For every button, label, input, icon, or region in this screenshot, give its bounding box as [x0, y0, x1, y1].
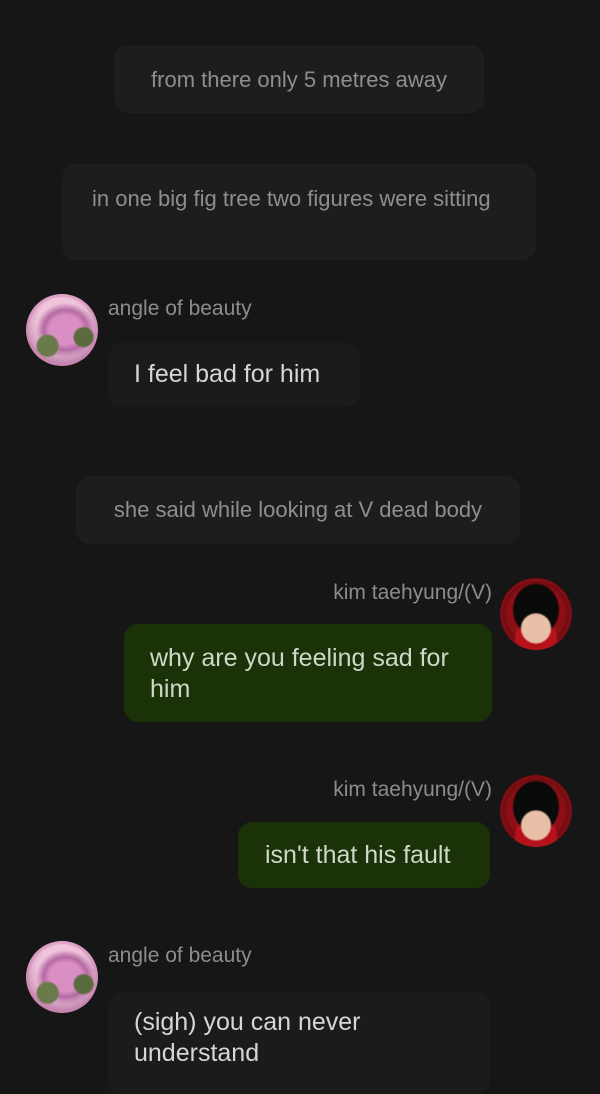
- narration-bubble: from there only 5 metres away: [114, 45, 484, 113]
- message-bubble[interactable]: I feel bad for him: [108, 343, 360, 407]
- angle-of-beauty-avatar[interactable]: [26, 294, 98, 366]
- narration-text: in one big fig tree two figures were sit…: [92, 186, 491, 211]
- pink-figure-avatar-icon: [26, 941, 98, 1013]
- narration-bubble: in one big fig tree two figures were sit…: [62, 164, 536, 260]
- message-bubble[interactable]: (sigh) you can never understand: [108, 992, 490, 1094]
- message-text: I feel bad for him: [134, 360, 321, 388]
- message-text: isn't that his fault: [265, 841, 451, 869]
- sender-name: kim taehyung/(V): [333, 581, 492, 604]
- sender-name: kim taehyung/(V): [333, 778, 492, 801]
- kim-taehyung-avatar[interactable]: [500, 775, 572, 847]
- chat-story-screen: from there only 5 metres away in one big…: [0, 0, 600, 1094]
- angle-of-beauty-avatar[interactable]: [26, 941, 98, 1013]
- message-bubble[interactable]: why are you feeling sad for him: [124, 624, 492, 722]
- sender-name: angle of beauty: [108, 297, 252, 320]
- message-bubble[interactable]: isn't that his fault: [238, 822, 490, 888]
- sender-name: angle of beauty: [108, 944, 252, 967]
- message-text: why are you feeling sad for him: [150, 644, 449, 703]
- red-scarf-portrait-avatar-icon: [500, 578, 572, 650]
- narration-text: she said while looking at V dead body: [113, 497, 483, 522]
- kim-taehyung-avatar[interactable]: [500, 578, 572, 650]
- pink-figure-avatar-icon: [26, 294, 98, 366]
- message-text: (sigh) you can never understand: [134, 1008, 361, 1067]
- red-scarf-portrait-avatar-icon: [500, 775, 572, 847]
- narration-text: from there only 5 metres away: [151, 67, 447, 92]
- narration-bubble: she said while looking at V dead body: [76, 476, 520, 544]
